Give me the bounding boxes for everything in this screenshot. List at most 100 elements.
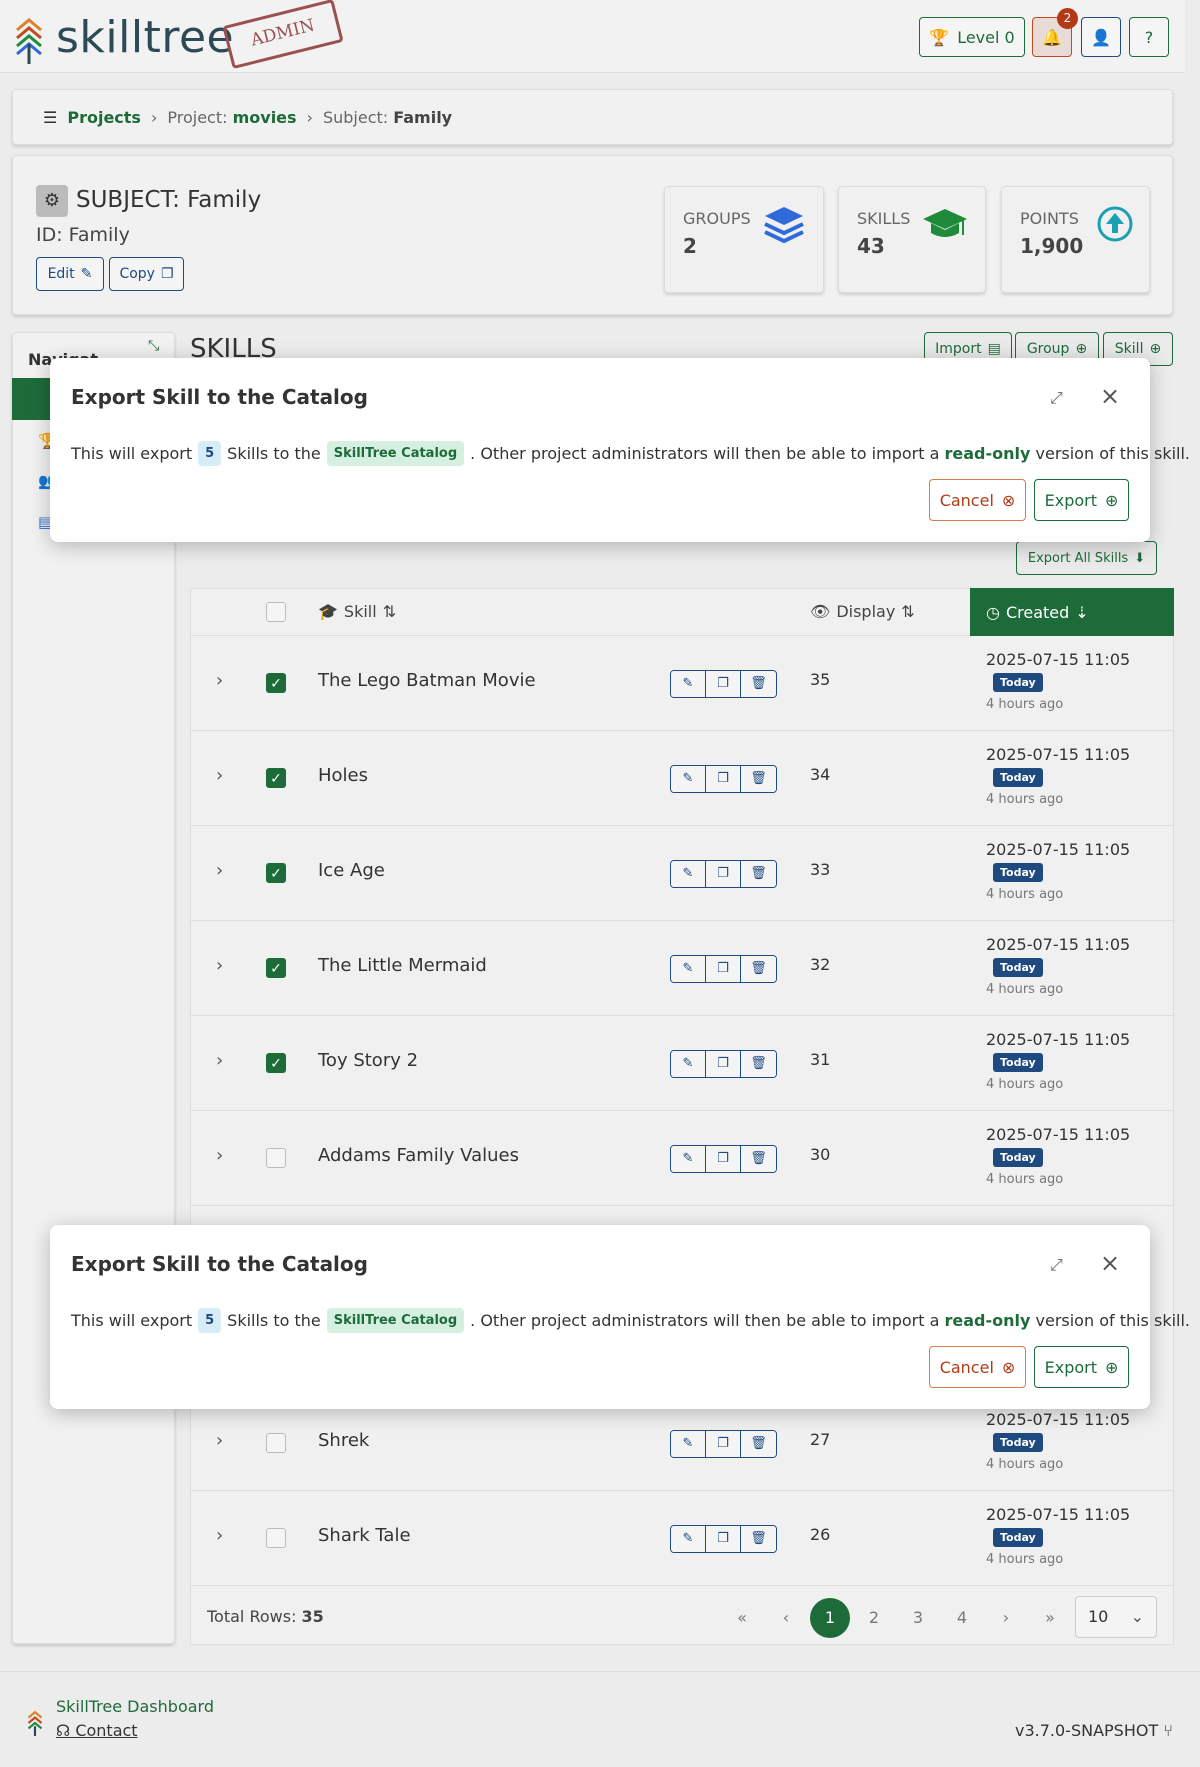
skills-stat-value: 43 xyxy=(857,234,885,258)
last-page-button[interactable]: » xyxy=(1030,1598,1070,1638)
row-actions: ✎ ❐ 🗑 xyxy=(670,955,777,983)
copy-icon[interactable]: ❐ xyxy=(706,956,741,982)
row-checkbox[interactable]: ✓ xyxy=(266,768,286,788)
edit-icon[interactable]: ✎ xyxy=(671,1051,706,1077)
edit-subject-button[interactable]: Edit ✎ xyxy=(36,257,104,291)
display-order: 32 xyxy=(810,955,831,974)
app-logo-text[interactable]: skilltree xyxy=(56,12,234,63)
prev-page-button[interactable]: ‹ xyxy=(766,1598,806,1638)
edit-icon[interactable]: ✎ xyxy=(671,861,706,887)
copy-icon[interactable]: ❐ xyxy=(706,1146,741,1172)
skill-name[interactable]: Shark Tale xyxy=(318,1525,411,1546)
subject-panel xyxy=(12,155,1173,315)
skill-name[interactable]: Shrek xyxy=(318,1430,369,1451)
cancel-label: Cancel xyxy=(939,490,994,510)
cancel-button[interactable]: Cancel ⊗ xyxy=(929,479,1026,521)
page-button[interactable]: 2 xyxy=(854,1598,894,1638)
trash-icon[interactable]: 🗑 xyxy=(741,956,776,982)
expand-chevron-icon[interactable]: › xyxy=(216,860,223,881)
read-only-text: read-only xyxy=(944,444,1031,463)
row-checkbox[interactable]: ✓ xyxy=(266,863,286,883)
expand-chevron-icon[interactable]: › xyxy=(216,670,223,691)
user-menu-button[interactable]: 👤 xyxy=(1081,17,1121,57)
skill-column-header[interactable]: 🎓 Skill ⇅ xyxy=(318,602,396,621)
export-button[interactable]: Export ⊕ xyxy=(1034,1346,1129,1388)
level-button[interactable]: 🏆 Level 0 xyxy=(919,17,1025,57)
row-checkbox[interactable] xyxy=(266,1528,286,1548)
trash-icon[interactable]: 🗑 xyxy=(741,1051,776,1077)
edit-icon[interactable]: ✎ xyxy=(671,1431,706,1457)
maximize-icon[interactable]: ⤢ xyxy=(1050,388,1063,408)
skill-name[interactable]: Addams Family Values xyxy=(318,1145,519,1166)
skill-name[interactable]: Holes xyxy=(318,765,368,786)
trash-icon[interactable]: 🗑 xyxy=(741,1526,776,1552)
expand-chevron-icon[interactable]: › xyxy=(216,955,223,976)
trash-icon[interactable]: 🗑 xyxy=(741,1146,776,1172)
edit-icon[interactable]: ✎ xyxy=(671,671,706,697)
cancel-button[interactable]: Cancel ⊗ xyxy=(929,1346,1026,1388)
row-actions: ✎ ❐ 🗑 xyxy=(670,1050,777,1078)
expand-chevron-icon[interactable]: › xyxy=(216,1430,223,1451)
page-button[interactable]: 3 xyxy=(898,1598,938,1638)
export-all-skills-button[interactable]: Export All Skills ⬇ xyxy=(1016,541,1157,575)
created-column-label: Created xyxy=(1005,602,1070,622)
chevron-right-icon: › xyxy=(306,107,313,127)
display-order: 26 xyxy=(810,1525,831,1544)
copy-icon[interactable]: ❐ xyxy=(706,1431,741,1457)
total-rows: Total Rows: 35 xyxy=(207,1607,324,1626)
created-date: 2025-07-15 11:05 xyxy=(986,1410,1131,1429)
expand-chevron-icon[interactable]: › xyxy=(216,765,223,786)
row-checkbox[interactable] xyxy=(266,1148,286,1168)
created-column-header[interactable]: ◷ Created ⇣ xyxy=(970,588,1174,636)
catalog-badge: SkillTree Catalog xyxy=(326,1308,465,1333)
page-button[interactable]: 4 xyxy=(942,1598,982,1638)
row-checkbox[interactable]: ✓ xyxy=(266,1053,286,1073)
created-date: 2025-07-15 11:05 xyxy=(986,745,1131,764)
created-ago: 4 hours ago xyxy=(986,792,1064,807)
trash-icon[interactable]: 🗑 xyxy=(741,861,776,887)
copy-icon[interactable]: ❐ xyxy=(706,671,741,697)
collapse-icon[interactable]: ⤡ xyxy=(148,338,159,354)
footer-dashboard-link[interactable]: SkillTree Dashboard xyxy=(56,1697,214,1716)
copy-icon[interactable]: ❐ xyxy=(706,861,741,887)
copy-icon[interactable]: ❐ xyxy=(706,1051,741,1077)
today-badge: Today xyxy=(993,768,1043,787)
page-size-select[interactable]: 10 ⌄ xyxy=(1075,1596,1157,1638)
trash-icon[interactable]: 🗑 xyxy=(741,766,776,792)
skill-name[interactable]: The Lego Batman Movie xyxy=(318,670,536,691)
copy-icon[interactable]: ❐ xyxy=(706,1526,741,1552)
expand-chevron-icon[interactable]: › xyxy=(216,1145,223,1166)
row-checkbox[interactable]: ✓ xyxy=(266,958,286,978)
today-badge: Today xyxy=(993,1148,1043,1167)
edit-icon[interactable]: ✎ xyxy=(671,956,706,982)
export-button[interactable]: Export ⊕ xyxy=(1034,479,1129,521)
copy-subject-button[interactable]: Copy ❐ xyxy=(109,257,184,291)
breadcrumb-project[interactable]: Project: movies xyxy=(167,108,296,127)
expand-chevron-icon[interactable]: › xyxy=(216,1050,223,1071)
page-button[interactable]: 1 xyxy=(810,1598,850,1638)
copy-icon[interactable]: ❐ xyxy=(706,766,741,792)
edit-icon[interactable]: ✎ xyxy=(671,766,706,792)
display-column-header[interactable]: 👁 Display ⇅ xyxy=(810,602,915,621)
close-icon[interactable]: × xyxy=(1100,1249,1120,1277)
edit-icon[interactable]: ✎ xyxy=(671,1526,706,1552)
footer-contact-link[interactable]: ☊ Contact xyxy=(56,1721,138,1740)
trash-icon[interactable]: 🗑 xyxy=(741,671,776,697)
breadcrumb-projects-link[interactable]: Projects xyxy=(67,108,141,127)
graduation-cap-icon: 🎓 xyxy=(318,602,338,621)
help-button[interactable]: ? xyxy=(1129,17,1169,57)
trash-icon[interactable]: 🗑 xyxy=(741,1431,776,1457)
maximize-icon[interactable]: ⤢ xyxy=(1050,1255,1063,1275)
row-checkbox[interactable]: ✓ xyxy=(266,673,286,693)
first-page-button[interactable]: « xyxy=(722,1598,762,1638)
skill-name[interactable]: The Little Mermaid xyxy=(318,955,487,976)
close-icon[interactable]: × xyxy=(1100,382,1120,410)
edit-icon[interactable]: ✎ xyxy=(671,1146,706,1172)
next-page-button[interactable]: › xyxy=(986,1598,1026,1638)
skill-name[interactable]: Toy Story 2 xyxy=(318,1050,418,1071)
table-row: › Shrek ✎ ❐ 🗑 27 2025-07-15 11:05 Today 4 hours … xyxy=(190,1396,1174,1491)
expand-chevron-icon[interactable]: › xyxy=(216,1525,223,1546)
skill-name[interactable]: Ice Age xyxy=(318,860,385,881)
row-checkbox[interactable] xyxy=(266,1433,286,1453)
select-all-checkbox[interactable] xyxy=(266,602,286,622)
